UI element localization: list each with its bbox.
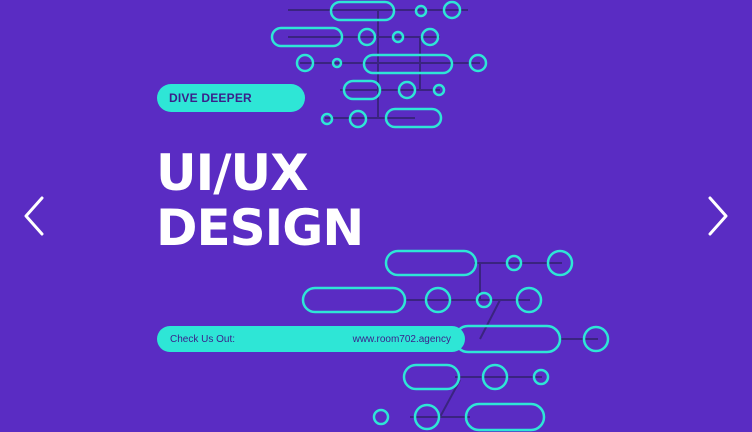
carousel-slide: DIVE DEEPER UI/UX DESIGN Check Us Out: w…: [0, 0, 752, 432]
pattern-pill: [402, 363, 461, 391]
cta-bar[interactable]: Check Us Out: www.room702.agency: [157, 326, 465, 352]
chevron-right-icon: [708, 196, 728, 236]
page-title: UI/UX DESIGN: [156, 144, 364, 257]
cta-label: Check Us Out:: [170, 333, 236, 345]
tagline-text: DIVE DEEPER: [169, 91, 252, 105]
pattern-dot: [372, 408, 390, 426]
pattern-pill: [453, 324, 562, 354]
carousel-next-button[interactable]: [698, 194, 738, 238]
decorative-pill-pattern: [270, 0, 610, 432]
tagline-badge: DIVE DEEPER: [157, 84, 305, 112]
pattern-pill: [384, 249, 478, 277]
carousel-prev-button[interactable]: [14, 194, 54, 238]
title-line-1: UI/UX: [156, 144, 309, 202]
cta-url-link[interactable]: www.room702.agency: [353, 334, 451, 345]
pattern-pill: [464, 402, 546, 432]
chevron-left-icon: [24, 196, 44, 236]
title-line-2: DESIGN: [156, 199, 364, 257]
pattern-pill: [301, 286, 407, 314]
